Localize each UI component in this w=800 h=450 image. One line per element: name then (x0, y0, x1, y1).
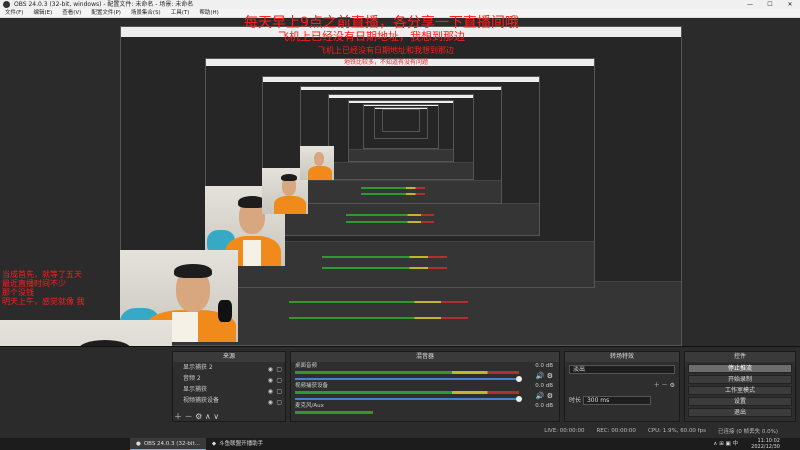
window-title: OBS 24.0.3 (32-bit, windows) - 配置文件: 未命名… (14, 1, 194, 8)
mixer-channel: 视频捕获设备 0.0 dB 🔊 ⚙ (295, 383, 553, 402)
mixer-channel: 麦克风/Aux 0.0 dB (291, 402, 559, 422)
menu-edit[interactable]: 编辑(E) (28, 9, 57, 17)
window-buttons: — ☐ ✕ (740, 0, 800, 9)
menu-help[interactable]: 帮助(H) (194, 9, 223, 17)
source-toolbar: ＋ － ⚙ ∧ ∨ (174, 411, 219, 422)
exit-button[interactable]: 退出 (688, 408, 792, 417)
add-source-icon[interactable]: ＋ (174, 412, 182, 421)
volume-slider[interactable] (295, 396, 522, 402)
left-overlay-line: 那个没钱 (2, 288, 34, 297)
start-area (0, 438, 130, 450)
close-button[interactable]: ✕ (780, 0, 800, 9)
mixer-title: 混音器 (291, 352, 559, 362)
menu-view[interactable]: 查看(V) (57, 9, 86, 17)
settings-button[interactable]: 设置 (688, 397, 792, 406)
eye-icon: ◉ (267, 399, 273, 406)
title-bar: OBS 24.0.3 (32-bit, windows) - 配置文件: 未命名… (0, 0, 800, 9)
status-rec: REC: 00:00:00 (596, 428, 636, 434)
obs-window: OBS 24.0.3 (32-bit, windows) - 配置文件: 未命名… (0, 0, 800, 450)
preview-canvas[interactable]: 每天早上9点之前直播，各分享一下直播间哦 飞机上已经没有日期地址，我想到那边 飞… (0, 15, 800, 450)
taskbar-clock[interactable]: 11:10:02 2022/12/30 (751, 438, 780, 450)
volume-slider[interactable] (295, 376, 522, 382)
controls-panel: 控件 停止推流 开始录制 工作室模式 设置 退出 (684, 351, 796, 422)
douyu-icon: ◆ (211, 441, 217, 447)
source-item[interactable]: 音频 2 ◉ ▢ (173, 373, 285, 384)
volume-meter (295, 411, 373, 414)
menu-profile[interactable]: 配置文件(P) (86, 9, 126, 17)
remove-icon[interactable]: － (662, 382, 668, 389)
left-overlay-line: 明天上午，感觉就像 我 (2, 297, 85, 306)
left-overlay-line: 当成首先，就等了五天 (2, 270, 82, 279)
duration-label: 时长 (569, 397, 582, 404)
webcam-feed (300, 146, 334, 180)
studio-mode-button[interactable]: 工作室模式 (688, 386, 792, 395)
source-item[interactable]: 显示捕获 ◉ ▢ (173, 384, 285, 395)
volume-meter (295, 371, 519, 374)
duration-field[interactable]: 300 ms (582, 396, 651, 405)
lock-icon: ▢ (276, 399, 282, 406)
taskbar-item-douyu[interactable]: ◆ 斗鱼联盟开播助手 (206, 438, 269, 450)
audio-mixer-panel: 混音器 桌面音频 0.0 dB 🔊 ⚙ 视频捕获设备 0.0 dB 🔊 ⚙ 麦克风/… (290, 351, 560, 422)
speaker-icon[interactable]: 🔊 ⚙ (536, 372, 553, 380)
source-item[interactable]: 显示捕获 2 ◉ ▢ (173, 362, 285, 373)
overlay-text-1: 每天早上9点之前直播，各分享一下直播间哦 (244, 15, 519, 31)
obs-app-icon (3, 1, 10, 8)
transition-select[interactable]: 淡出 (569, 365, 675, 374)
menu-tools[interactable]: 工具(T) (166, 9, 195, 17)
menu-file[interactable]: 文件(F) (0, 9, 28, 17)
stop-streaming-button[interactable]: 停止推流 (688, 364, 792, 373)
add-icon[interactable]: ＋ (654, 382, 660, 389)
source-item[interactable]: 视频捕获设备 ◉ ▢ (173, 395, 285, 406)
remove-source-icon[interactable]: － (185, 412, 193, 421)
minimize-button[interactable]: — (740, 0, 760, 9)
menu-scene-collection[interactable]: 场景集合(S) (126, 9, 166, 17)
gear-icon[interactable]: ⚙ (670, 382, 675, 389)
controls-title: 控件 (685, 352, 795, 362)
move-down-icon[interactable]: ∨ (213, 412, 219, 421)
nested-preview-frame (382, 109, 420, 132)
mixer-channel: 桌面音频 0.0 dB 🔊 ⚙ (295, 363, 553, 382)
left-overlay-line: 最近直播时间不少 (2, 279, 66, 288)
overlay-text-4: 地铁比较多，不知道有没有问题 (344, 59, 429, 66)
maximize-button[interactable]: ☐ (760, 0, 780, 9)
taskbar-item-obs[interactable]: ● OBS 24.0.3 (32-bit... (130, 438, 206, 450)
status-cpu: CPU: 1.9%, 60.00 fps (647, 428, 706, 434)
dock-area: 来源 显示捕获 2 ◉ ▢ 音频 2 ◉ ▢ 显示捕获 ◉ ▢ 视频捕获设备 ◉ ▢ 混音器 桌… (0, 346, 800, 438)
source-settings-icon[interactable]: ⚙ (195, 412, 202, 421)
transitions-title: 转场特效 (565, 352, 679, 362)
windows-taskbar: ● OBS 24.0.3 (32-bit... ◆ 斗鱼联盟开播助手 ∧ ⊞ ▣ 中… (0, 438, 800, 450)
system-tray[interactable]: ∧ ⊞ ▣ 中 (713, 438, 738, 450)
transitions-panel: 转场特效 淡出 ＋ － ⚙ 时长 300 ms (564, 351, 680, 422)
obs-icon: ● (136, 440, 141, 447)
status-note: 已连接 (0 帧丢失 0.0%) (717, 429, 778, 435)
volume-meter (295, 391, 519, 394)
speaker-icon[interactable]: 🔊 ⚙ (536, 392, 553, 400)
left-overlay-block: 当成首先，就等了五天 最近直播时间不少 那个没钱 明天上午，感觉就像 我 (2, 270, 85, 306)
start-recording-button[interactable]: 开始录制 (688, 375, 792, 384)
overlay-text-2: 飞机上已经没有日期地址，我想到那边 (278, 30, 465, 43)
move-up-icon[interactable]: ∧ (205, 412, 211, 421)
status-bar: LIVE: 00:00:00 REC: 00:00:00 CPU: 1.9%, … (0, 424, 800, 438)
status-live: LIVE: 00:00:00 (544, 428, 585, 434)
sources-title: 来源 (173, 352, 285, 362)
